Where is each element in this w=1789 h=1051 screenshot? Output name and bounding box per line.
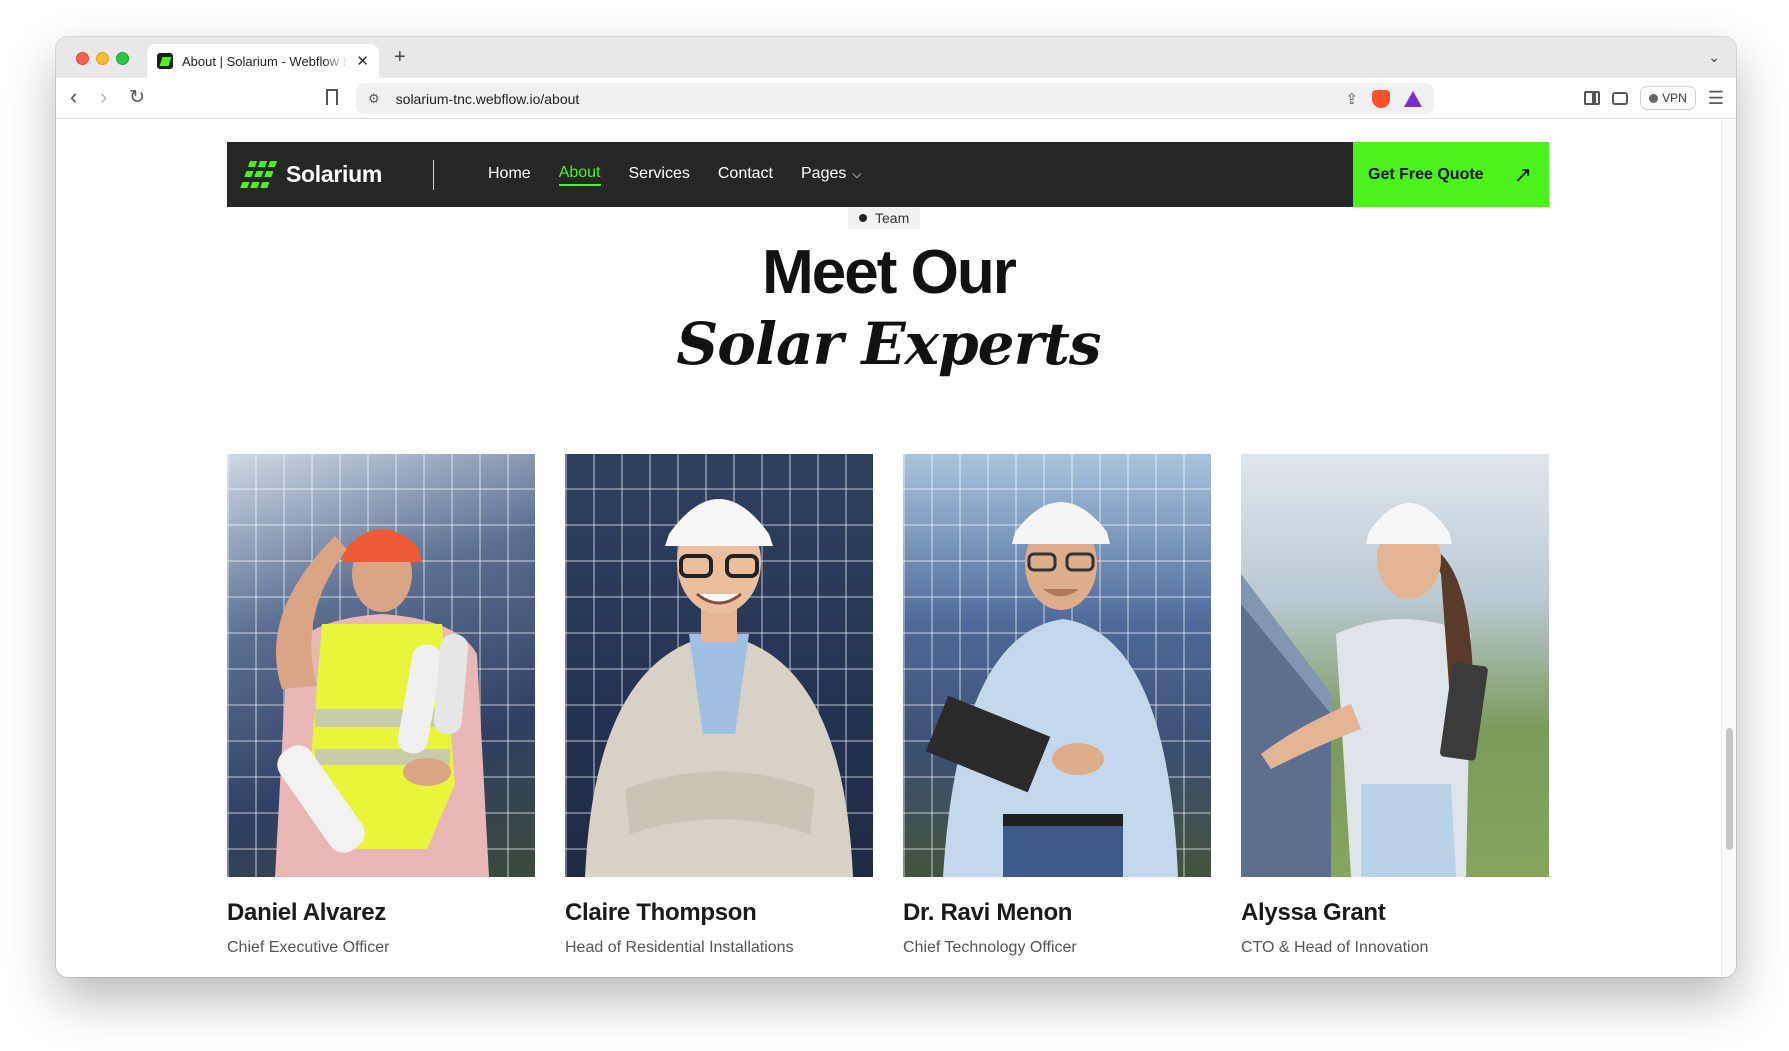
address-bar[interactable]: ⚙ solarium-tnc.webflow.io/about ⇪ bbox=[356, 83, 1434, 114]
close-window-icon[interactable] bbox=[76, 52, 89, 65]
member-role: CTO & Head of Innovation bbox=[1241, 939, 1429, 956]
site-navbar: Solarium Home About Services Contact Pag… bbox=[227, 142, 1549, 207]
logo[interactable]: Solarium bbox=[227, 160, 433, 189]
member-role: Chief Executive Officer bbox=[227, 939, 390, 956]
worker-in-vest-image bbox=[275, 529, 489, 877]
brave-rewards-icon[interactable] bbox=[1404, 90, 1422, 107]
close-tab-icon[interactable]: ✕ bbox=[356, 52, 369, 70]
engineer-in-suit-image bbox=[585, 499, 853, 877]
team-card[interactable]: Alyssa Grant CTO & Head of Innovation bbox=[1241, 454, 1549, 957]
section-tag: Team bbox=[848, 207, 921, 229]
page-viewport: Solarium Home About Services Contact Pag… bbox=[56, 120, 1721, 977]
member-name: Claire Thompson bbox=[565, 899, 757, 926]
back-icon[interactable]: ‹ bbox=[70, 86, 77, 108]
section-title-line2: Solar Experts bbox=[676, 310, 1101, 378]
browser-toolbar: ‹ › ↻ ⚙ solarium-tnc.webflow.io/about ⇪ … bbox=[56, 78, 1736, 119]
solar-panel-logo-icon bbox=[240, 160, 280, 189]
new-tab-button[interactable]: + bbox=[394, 46, 406, 69]
team-card[interactable]: Claire Thompson Head of Residential Inst… bbox=[565, 454, 873, 957]
forward-icon[interactable]: › bbox=[100, 86, 107, 108]
url-text[interactable]: solarium-tnc.webflow.io/about bbox=[396, 91, 580, 107]
tab-strip: About | Solarium - Webflow HTML website … bbox=[56, 37, 1736, 78]
nav-about[interactable]: About bbox=[558, 164, 601, 186]
share-icon[interactable]: ⇪ bbox=[1345, 90, 1358, 108]
tag-dot-icon bbox=[859, 214, 867, 222]
nav-services[interactable]: Services bbox=[629, 165, 690, 185]
minimize-window-icon[interactable] bbox=[96, 52, 109, 65]
browser-window: About | Solarium - Webflow HTML website … bbox=[56, 37, 1736, 977]
team-member-photo bbox=[565, 454, 873, 877]
nav-contact[interactable]: Contact bbox=[718, 165, 773, 185]
section-title-line1: Meet Our bbox=[762, 238, 1017, 307]
vpn-button[interactable]: VPN bbox=[1640, 86, 1696, 110]
logo-text: Solarium bbox=[286, 161, 383, 187]
favicon-icon bbox=[157, 53, 173, 69]
tab-list-chevron-icon[interactable]: ⌄ bbox=[1708, 49, 1720, 66]
tab-active[interactable]: About | Solarium - Webflow HTML website … bbox=[147, 44, 379, 78]
tab-title: About | Solarium - Webflow HTML website … bbox=[182, 53, 348, 69]
team-card[interactable]: Daniel Alvarez Chief Executive Officer bbox=[227, 454, 535, 957]
section-tag-label: Team bbox=[875, 210, 910, 226]
engineer-with-clipboard-image bbox=[925, 502, 1178, 877]
maximize-window-icon[interactable] bbox=[116, 52, 129, 65]
quote-button-label: Get Free Quote bbox=[1368, 165, 1484, 183]
reload-icon[interactable]: ↻ bbox=[129, 87, 145, 109]
chevron-down-icon: ⌵ bbox=[852, 166, 862, 181]
wallet-icon[interactable] bbox=[1612, 91, 1629, 105]
engineer-in-field-image bbox=[1241, 503, 1488, 877]
team-grid: Daniel Alvarez Chief Executive Officer C… bbox=[227, 454, 1549, 957]
site-info-icon[interactable]: ⚙ bbox=[368, 91, 380, 107]
vpn-label: VPN bbox=[1662, 91, 1687, 105]
team-member-photo bbox=[903, 454, 1211, 877]
nav-home[interactable]: Home bbox=[488, 165, 531, 185]
team-member-photo bbox=[1241, 454, 1549, 877]
sidebar-toggle-icon[interactable] bbox=[1584, 91, 1601, 105]
member-name: Alyssa Grant bbox=[1241, 899, 1386, 926]
nav-pages-dropdown[interactable]: Pages ⌵ bbox=[801, 165, 861, 185]
arrow-up-right-icon: ↗ bbox=[1513, 161, 1532, 187]
scrollbar-thumb[interactable] bbox=[1726, 728, 1733, 850]
nav-divider bbox=[433, 159, 434, 190]
nav-pages-label: Pages bbox=[801, 164, 847, 182]
member-name: Daniel Alvarez bbox=[227, 899, 386, 926]
menu-icon[interactable]: ☰ bbox=[1708, 88, 1724, 109]
brave-shields-icon[interactable] bbox=[1372, 89, 1390, 108]
page-scrollbar[interactable] bbox=[1721, 120, 1736, 977]
nav-links: Home About Services Contact Pages ⌵ bbox=[488, 164, 861, 186]
bookmark-icon[interactable] bbox=[326, 89, 338, 105]
team-member-photo bbox=[227, 454, 535, 877]
member-name: Dr. Ravi Menon bbox=[903, 899, 1073, 926]
team-card[interactable]: Dr. Ravi Menon Chief Technology Officer bbox=[903, 454, 1211, 957]
member-role: Head of Residential Installations bbox=[565, 939, 794, 956]
member-role: Chief Technology Officer bbox=[903, 939, 1077, 956]
get-free-quote-button[interactable]: Get Free Quote ↗ bbox=[1353, 142, 1549, 207]
